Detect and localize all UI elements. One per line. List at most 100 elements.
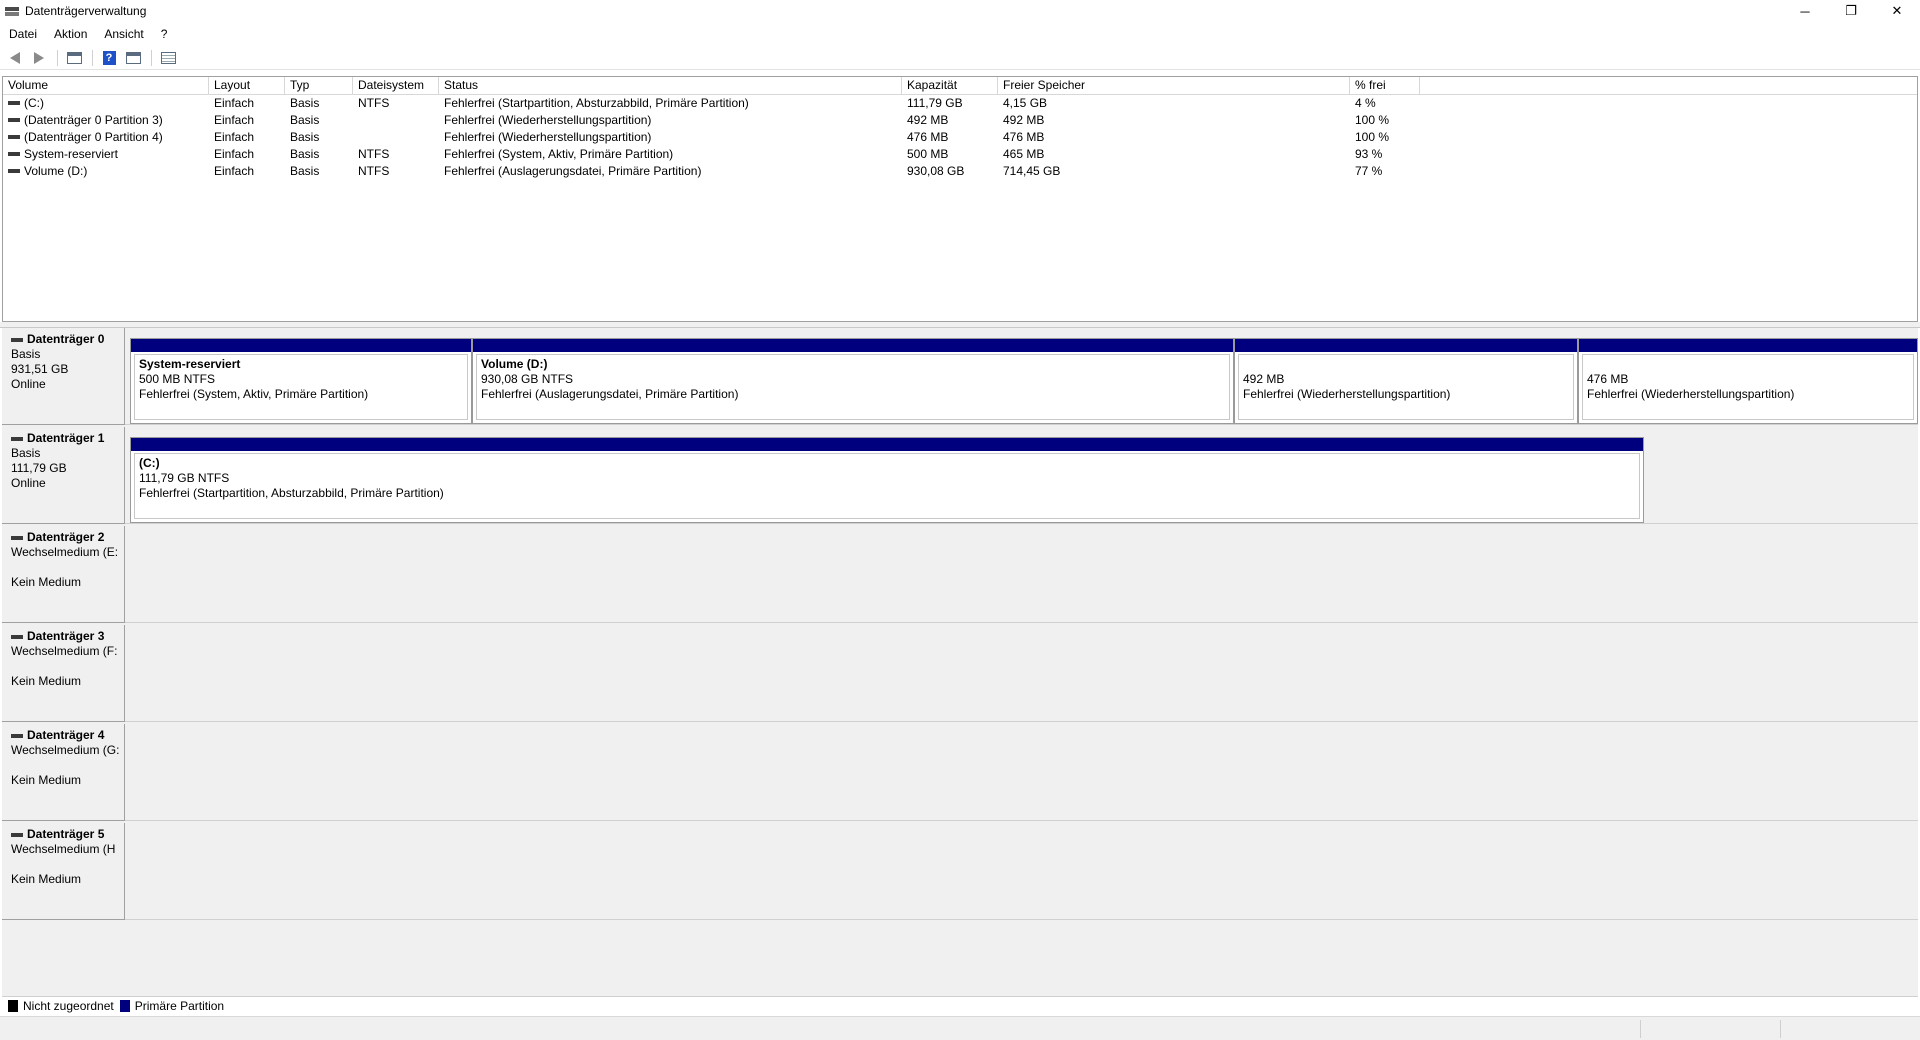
disk-label[interactable]: Datenträger 0 Basis 931,51 GB Online	[2, 328, 125, 425]
cell-text: (Datenträger 0 Partition 3)	[24, 113, 163, 127]
menu-aktion[interactable]: Aktion	[45, 27, 95, 41]
volume-rows: (C:) Einfach Basis NTFS Fehlerfrei (Startpar…	[3, 95, 1917, 180]
partition-type-bar	[1579, 339, 1917, 352]
volume-list[interactable]: Volume Layout Typ Dateisystem Status Kap…	[2, 76, 1918, 322]
disk-label[interactable]: Datenträger 4 Wechselmedium (G: Kein Mediu…	[2, 724, 125, 821]
cell-text: Basis	[290, 130, 320, 144]
disk-info-line3: Online	[11, 377, 46, 391]
cell-freier-speicher: 476 MB	[998, 129, 1350, 146]
disk-icon	[11, 832, 23, 837]
disk-label[interactable]: Datenträger 5 Wechselmedium (H Kein Medium	[2, 823, 125, 920]
table-row[interactable]: System-reserviert Einfach Basis NTFS Fehlerf…	[3, 146, 1917, 163]
disk-info-line2: 931,51 GB	[11, 362, 69, 376]
forward-button[interactable]	[28, 48, 50, 68]
cell-text: 77 %	[1355, 164, 1383, 178]
disk-name-text: Datenträger 5	[27, 827, 105, 841]
help-button[interactable]: ?	[98, 48, 120, 68]
cell-prozent-frei: 4 %	[1350, 95, 1420, 112]
legend-swatch-unallocated	[8, 999, 18, 1012]
disk-label[interactable]: Datenträger 1 Basis 111,79 GB Online	[2, 427, 125, 524]
properties-button[interactable]	[122, 48, 144, 68]
column-header-freier-speicher[interactable]: Freier Speicher	[998, 77, 1350, 95]
cell-freier-speicher: 714,45 GB	[998, 163, 1350, 180]
table-row[interactable]: (Datenträger 0 Partition 4) Einfach Basis F…	[3, 129, 1917, 146]
cell-layout: Einfach	[209, 95, 285, 112]
partition-block[interactable]: Volume (D:) 930,08 GB NTFS Fehlerfrei (Aus…	[472, 338, 1234, 424]
close-button[interactable]: ✕	[1874, 0, 1920, 22]
cell-dateisystem	[353, 129, 439, 146]
cell-layout: Einfach	[209, 146, 285, 163]
table-row[interactable]: (Datenträger 0 Partition 3) Einfach Basis F…	[3, 112, 1917, 129]
partition-name: (C:)	[139, 456, 160, 470]
menu-datei[interactable]: Datei	[0, 27, 45, 41]
disk-label[interactable]: Datenträger 2 Wechselmedium (E: Kein Mediu…	[2, 526, 125, 623]
menu-help[interactable]: ?	[152, 27, 176, 41]
column-header-status[interactable]: Status	[439, 77, 902, 95]
cell-text: System-reserviert	[24, 147, 119, 161]
column-header-kapazitaet[interactable]: Kapazität	[902, 77, 998, 95]
disk-info-line2: 111,79 GB	[11, 461, 67, 475]
legend-swatch-primary	[119, 999, 130, 1012]
disk-name-text: Datenträger 0	[27, 332, 105, 346]
cell-status: Fehlerfrei (Auslagerungsdatei, Primäre P…	[439, 163, 902, 180]
restore-button[interactable]: ❐	[1828, 0, 1874, 22]
back-button[interactable]	[4, 48, 26, 68]
menu-ansicht[interactable]: Ansicht	[95, 27, 151, 41]
partition-block[interactable]: 492 MB Fehlerfrei (Wiederherstellungspart…	[1234, 338, 1578, 424]
window-controls: ─ ❐ ✕	[1782, 0, 1920, 22]
column-header-typ[interactable]: Typ	[285, 77, 353, 95]
column-header-dateisystem[interactable]: Dateisystem	[353, 77, 439, 95]
disk-row[interactable]: Datenträger 5 Wechselmedium (H Kein Medium	[2, 823, 1918, 920]
partition-block[interactable]: System-reserviert 500 MB NTFS Fehlerfrei (…	[130, 338, 472, 424]
minimize-button[interactable]: ─	[1782, 0, 1828, 22]
toolbar-separator	[151, 49, 152, 66]
partition-size: 111,79 GB NTFS	[139, 471, 230, 485]
cell-typ: Basis	[285, 163, 353, 180]
list-view-button[interactable]	[157, 48, 179, 68]
column-header-layout[interactable]: Layout	[209, 77, 285, 95]
cell-text: 714,45 GB	[1003, 164, 1061, 178]
disk-row[interactable]: Datenträger 0 Basis 931,51 GB Online System-…	[2, 328, 1918, 425]
volume-icon	[8, 151, 20, 156]
partition-body: System-reserviert 500 MB NTFS Fehlerfrei (…	[134, 354, 468, 420]
partition-block[interactable]: 476 MB Fehlerfrei (Wiederherstellungspart…	[1578, 338, 1918, 424]
console-tree-icon	[66, 51, 82, 64]
disk-name: Datenträger 4	[11, 728, 124, 743]
cell-volume: System-reserviert	[3, 146, 209, 163]
disk-row[interactable]: Datenträger 1 Basis 111,79 GB Online (C:) 111…	[2, 427, 1918, 524]
console-tree-button[interactable]	[63, 48, 85, 68]
column-header-prozent-frei[interactable]: % frei	[1350, 77, 1420, 95]
partition-size: 492 MB	[1243, 372, 1285, 386]
cell-kapazitaet: 476 MB	[902, 129, 998, 146]
cell-kapazitaet: 111,79 GB	[902, 95, 998, 112]
cell-kapazitaet: 492 MB	[902, 112, 998, 129]
disk-management-icon	[5, 5, 19, 17]
disk-info-line1: Wechselmedium (F:	[11, 644, 118, 658]
disk-row[interactable]: Datenträger 4 Wechselmedium (G: Kein Mediu…	[2, 724, 1918, 821]
partition-body: Volume (D:) 930,08 GB NTFS Fehlerfrei (Aus…	[476, 354, 1230, 420]
disk-name: Datenträger 0	[11, 332, 124, 347]
table-row[interactable]: (C:) Einfach Basis NTFS Fehlerfrei (Startpar…	[3, 95, 1917, 112]
partition-block[interactable]: (C:) 111,79 GB NTFS Fehlerfrei (Startparti…	[130, 437, 1644, 523]
disk-icon	[11, 535, 23, 540]
disk-name: Datenträger 2	[11, 530, 124, 545]
disk-label[interactable]: Datenträger 3 Wechselmedium (F: Kein Mediu…	[2, 625, 125, 722]
table-row[interactable]: Volume (D:) Einfach Basis NTFS Fehlerfrei (A…	[3, 163, 1917, 180]
cell-prozent-frei: 93 %	[1350, 146, 1420, 163]
disk-info-line1: Wechselmedium (G:	[11, 743, 120, 757]
toolbar-separator	[57, 49, 58, 66]
legend-label: Nicht zugeordnet	[23, 998, 114, 1013]
cell-volume: (Datenträger 0 Partition 3)	[3, 112, 209, 129]
volume-icon	[8, 117, 20, 122]
partition-status: Fehlerfrei (Startpartition, Absturzabbil…	[139, 486, 444, 500]
column-header-volume[interactable]: Volume	[3, 77, 209, 95]
disk-info-line1: Wechselmedium (E:	[11, 545, 119, 559]
disk-info-line1: Basis	[11, 347, 41, 361]
cell-text: Basis	[290, 147, 320, 161]
partition-status: Fehlerfrei (System, Aktiv, Primäre Parti…	[139, 387, 369, 401]
partition-type-bar	[473, 339, 1233, 352]
disk-row[interactable]: Datenträger 3 Wechselmedium (F: Kein Mediu…	[2, 625, 1918, 722]
disk-row[interactable]: Datenträger 2 Wechselmedium (E: Kein Mediu…	[2, 526, 1918, 623]
cell-status: Fehlerfrei (System, Aktiv, Primäre Parti…	[439, 146, 902, 163]
cell-text: Einfach	[214, 113, 255, 127]
